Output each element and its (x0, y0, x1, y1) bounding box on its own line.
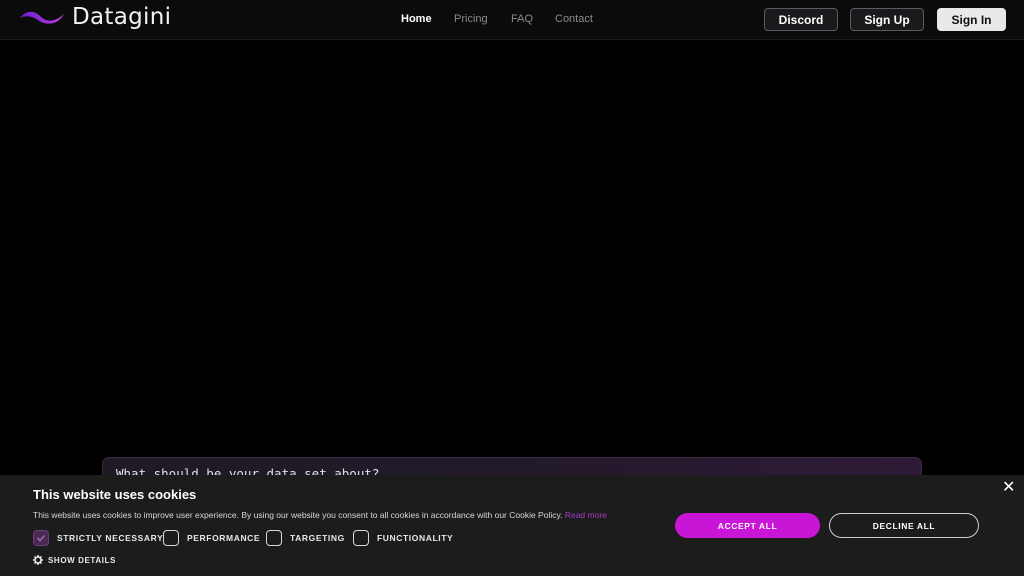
accept-all-button[interactable]: ACCEPT ALL (675, 513, 820, 538)
checkbox-functionality[interactable] (353, 530, 369, 546)
cookie-title: This website uses cookies (33, 487, 197, 502)
nav-pricing[interactable]: Pricing (454, 13, 488, 25)
nav-faq[interactable]: FAQ (511, 13, 533, 25)
show-details-label: SHOW DETAILS (48, 555, 116, 565)
cookie-description-text: This website uses cookies to improve use… (33, 510, 563, 520)
option-label: PERFORMANCE (187, 533, 261, 543)
logo-text: Datagini (72, 4, 172, 30)
checkbox-strictly-necessary[interactable] (33, 530, 49, 546)
read-more-link[interactable]: Read more (565, 510, 607, 520)
logo[interactable]: Datagini (18, 4, 171, 30)
option-functionality[interactable]: FUNCTIONALITY (353, 530, 453, 546)
option-performance[interactable]: PERFORMANCE (163, 530, 260, 546)
option-targeting[interactable]: TARGETING (266, 530, 345, 546)
site-header: Datagini Home Pricing FAQ Contact Discor… (0, 0, 1024, 40)
cookie-description: This website uses cookies to improve use… (33, 510, 607, 520)
decline-all-button[interactable]: DECLINE ALL (829, 513, 979, 538)
nav-home[interactable]: Home (401, 13, 432, 25)
page: Datagini Home Pricing FAQ Contact Discor… (0, 0, 1024, 576)
sign-in-button[interactable]: Sign In (937, 8, 1006, 31)
option-label: FUNCTIONALITY (377, 533, 454, 543)
option-label: STRICTLY NECESSARY (57, 533, 164, 543)
check-icon (36, 534, 46, 542)
option-label: TARGETING (290, 533, 345, 543)
close-icon[interactable]: ✕ (1002, 480, 1015, 496)
checkbox-performance[interactable] (163, 530, 179, 546)
cookie-banner: This website uses cookies This website u… (0, 475, 1024, 576)
gear-icon (33, 555, 43, 565)
nav-contact[interactable]: Contact (555, 13, 593, 25)
checkbox-targeting[interactable] (266, 530, 282, 546)
show-details-toggle[interactable]: SHOW DETAILS (33, 555, 116, 565)
discord-button[interactable]: Discord (764, 8, 838, 31)
sign-up-button[interactable]: Sign Up (850, 8, 924, 31)
option-strictly-necessary[interactable]: STRICTLY NECESSARY (33, 530, 163, 546)
logo-wave-icon (20, 11, 64, 24)
